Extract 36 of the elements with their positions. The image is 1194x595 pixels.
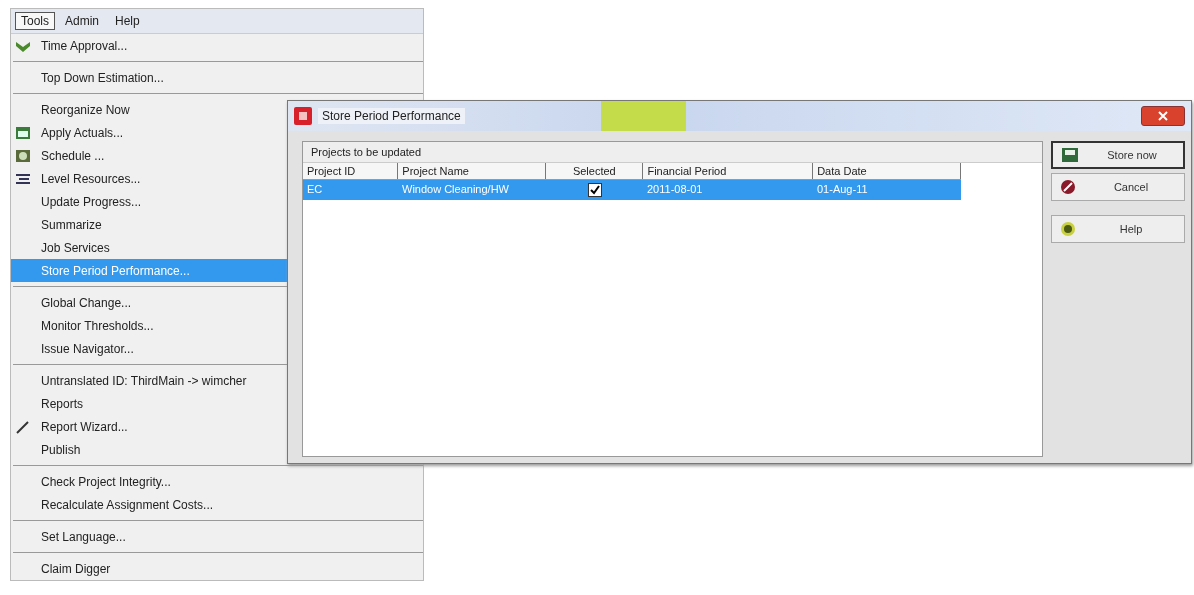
menu-item[interactable]: Apply Actuals... xyxy=(11,121,423,144)
dialog-button[interactable]: Cancel xyxy=(1051,173,1185,201)
table-icon xyxy=(15,125,31,140)
menu-item[interactable]: Claim Digger xyxy=(11,557,423,580)
help-icon xyxy=(1060,221,1076,237)
menu-item[interactable]: Report Wizard... xyxy=(11,415,423,438)
group-header: Projects to be updated xyxy=(303,142,1042,163)
bars-icon xyxy=(15,171,31,186)
wand-icon xyxy=(15,419,31,434)
close-button[interactable] xyxy=(1141,106,1185,126)
table-cell-text: 01-Aug-11 xyxy=(816,182,869,197)
column-header[interactable]: Data Date xyxy=(813,163,961,179)
checkbox[interactable] xyxy=(587,183,602,197)
menu-item[interactable]: Check Project Integrity... xyxy=(11,470,423,493)
dialog-button[interactable]: Store now xyxy=(1051,141,1185,169)
cancel-icon xyxy=(1060,179,1076,195)
table-cell-text: EC xyxy=(306,182,324,197)
table-cell-text: Window Cleaning/HW xyxy=(401,182,510,197)
menu-bar-item[interactable]: Admin xyxy=(59,12,106,30)
table-cell-text: 2011-08-01 xyxy=(646,182,704,197)
save-icon xyxy=(1061,147,1079,163)
dialog-button[interactable]: Help xyxy=(1051,215,1185,243)
column-header[interactable]: Selected xyxy=(546,163,644,179)
column-header[interactable]: Financial Period xyxy=(643,163,814,179)
menu-item[interactable]: Top Down Estimation... xyxy=(11,66,423,89)
menu-bar-item[interactable]: Help xyxy=(109,12,146,30)
window-title: Store Period Performance xyxy=(318,108,465,124)
menu-item[interactable]: Set Language... xyxy=(11,525,423,548)
menu-item[interactable]: Recalculate Assignment Costs... xyxy=(11,493,423,516)
column-header[interactable]: Project Name xyxy=(398,163,547,179)
menu-item[interactable]: Time Approval... xyxy=(11,34,423,57)
app-icon xyxy=(294,107,312,125)
calendar-icon xyxy=(15,148,31,163)
menu-bar-item[interactable]: Tools xyxy=(15,12,55,30)
close-icon xyxy=(1157,111,1169,121)
column-header[interactable]: Project ID xyxy=(303,163,399,179)
